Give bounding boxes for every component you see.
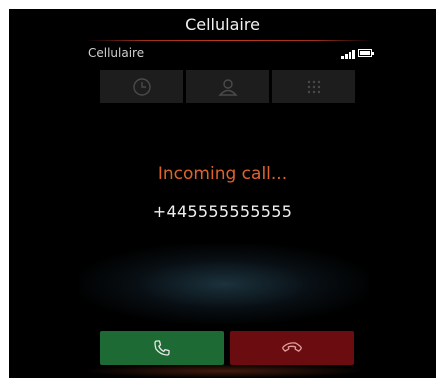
tab-bar xyxy=(100,70,355,103)
title-underline xyxy=(85,40,373,41)
status-label: Cellulaire xyxy=(88,46,145,60)
page-title: Cellulaire xyxy=(185,14,260,34)
ambient-glow xyxy=(79,244,369,324)
caller-number: +445555555555 xyxy=(152,202,293,221)
tab-keypad[interactable] xyxy=(272,70,355,103)
bottom-glow xyxy=(79,364,369,378)
person-icon xyxy=(217,78,238,96)
tab-contacts[interactable] xyxy=(186,70,269,103)
accept-call-button[interactable] xyxy=(100,331,224,365)
clock-icon xyxy=(132,77,151,96)
phone-screen: Cellulaire Cellulaire Incoming call... +… xyxy=(9,9,436,378)
phone-accept-icon xyxy=(154,340,170,356)
battery-icon xyxy=(358,49,374,57)
dialpad-icon xyxy=(307,80,320,93)
decline-call-button[interactable] xyxy=(230,331,354,365)
signal-strength-icon xyxy=(341,49,355,59)
call-status-text: Incoming call... xyxy=(157,164,288,184)
tab-recent-calls[interactable] xyxy=(100,70,183,103)
phone-decline-icon xyxy=(282,342,302,352)
